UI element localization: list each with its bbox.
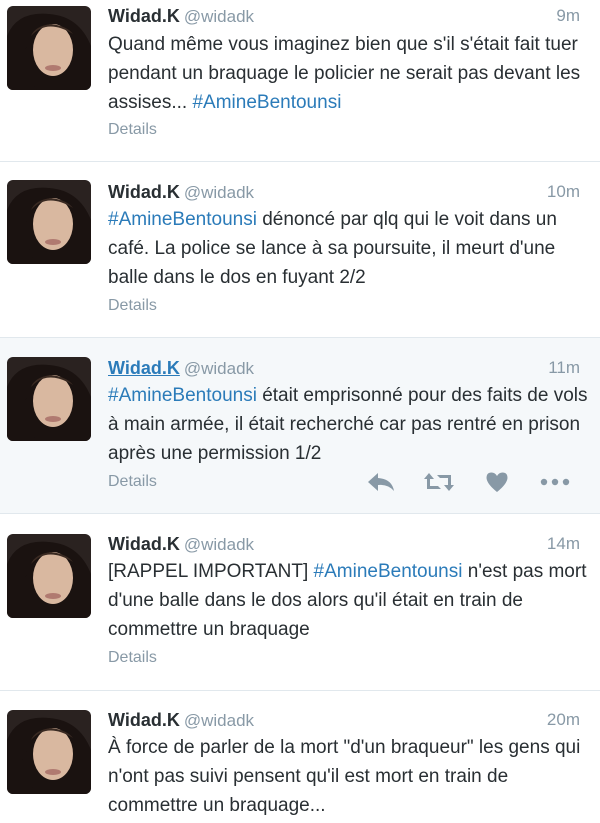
tweet-text: À force de parler de la mort "d'un braqu… [108,733,588,820]
tweet-text: #AmineBentounsi était emprisonné pour de… [108,381,588,468]
avatar[interactable] [7,534,91,618]
details-link[interactable]: Details [108,472,157,492]
author-handle[interactable]: @widadk [184,7,254,26]
avatar[interactable] [7,710,91,794]
author-handle[interactable]: @widadk [184,183,254,202]
tweet-timestamp[interactable]: 14m [547,532,580,556]
details-link[interactable]: Details [108,296,157,316]
author-name[interactable]: Widad.K [108,710,180,730]
heart-icon [485,471,509,493]
author-handle[interactable]: @widadk [184,359,254,378]
author-handle[interactable]: @widadk [184,535,254,554]
tweet-text-segment: Quand même vous imaginez bien que s'il s… [108,34,581,113]
avatar[interactable] [7,357,91,441]
author-name[interactable]: Widad.K [108,358,180,378]
tweet-timestamp[interactable]: 11m [548,356,580,380]
tweet-text: [RAPPEL IMPORTANT] #AmineBentounsi n'est… [108,557,588,644]
tweet-timestamp[interactable]: 20m [547,708,580,732]
hashtag-link[interactable]: #AmineBentounsi [108,209,257,230]
tweet-timestamp[interactable]: 9m [556,4,580,28]
tweet-text-segment: À force de parler de la mort "d'un braqu… [108,737,581,816]
tweet[interactable]: Widad.K @widadk 9m Quand même vous imagin… [0,0,600,162]
reply-button[interactable] [352,468,410,496]
author-name[interactable]: Widad.K [108,534,180,554]
more-button[interactable] [526,468,584,496]
reply-icon [366,471,396,493]
tweet-text-segment: [RAPPEL IMPORTANT] [108,561,314,582]
tweet-text: Quand même vous imaginez bien que s'il s… [108,30,588,117]
hashtag-link[interactable]: #AmineBentounsi [108,385,257,406]
tweet[interactable]: Widad.K @widadk 14m [RAPPEL IMPORTANT] #A… [0,514,600,691]
tweet[interactable]: Widad.K @widadk 10m #AmineBentounsi dénon… [0,162,600,338]
author-handle[interactable]: @widadk [184,711,254,730]
hashtag-link[interactable]: #AmineBentounsi [314,561,463,582]
details-link[interactable]: Details [108,120,157,140]
tweet[interactable]: Widad.K @widadk 11m #AmineBentounsi était… [0,338,600,514]
tweet-actions [352,468,584,496]
author-name[interactable]: Widad.K [108,182,180,202]
avatar[interactable] [7,6,91,90]
hashtag-link[interactable]: #AmineBentounsi [192,92,341,113]
retweet-icon [423,471,455,493]
tweet[interactable]: Widad.K @widadk 20m À force de parler de … [0,691,600,823]
avatar[interactable] [7,180,91,264]
tweet-timestamp[interactable]: 10m [547,180,580,204]
more-icon [540,478,570,486]
like-button[interactable] [468,468,526,496]
tweet-text: #AmineBentounsi dénoncé par qlq qui le v… [108,205,588,292]
retweet-button[interactable] [410,468,468,496]
details-link[interactable]: Details [108,648,157,668]
author-name[interactable]: Widad.K [108,6,180,26]
tweet-timeline: Widad.K @widadk 9m Quand même vous imagin… [0,0,600,823]
